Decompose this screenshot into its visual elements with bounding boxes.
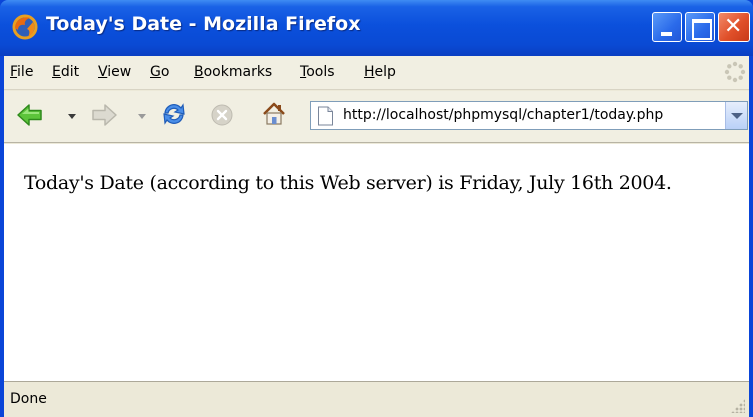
maximize-button[interactable]: [685, 12, 715, 42]
browser-client-area: File Edit View Go Bookmarks Tools Help h…: [4, 56, 749, 417]
address-bar[interactable]: http://localhost/phpmysql/chapter1/today…: [310, 101, 748, 130]
address-input[interactable]: http://localhost/phpmysql/chapter1/today…: [343, 107, 663, 123]
back-arrow-icon[interactable]: [16, 102, 44, 128]
page-content: Today's Date (according to this Web serv…: [4, 144, 749, 417]
close-button[interactable]: ✕: [718, 12, 750, 42]
menu-go-mnemonic: G: [150, 64, 161, 80]
status-text: Done: [10, 391, 47, 407]
menu-help-mnemonic: H: [364, 64, 375, 80]
stop-icon[interactable]: [210, 103, 234, 127]
menu-bookmarks-rest: ookmarks: [203, 64, 273, 80]
menu-bookmarks[interactable]: Bookmarks: [194, 64, 272, 80]
firefox-icon: [12, 14, 38, 40]
menu-view-rest: iew: [107, 64, 132, 80]
menu-file-mnemonic: F: [10, 64, 18, 80]
resize-grip[interactable]: [731, 399, 745, 413]
menu-view-mnemonic: V: [98, 64, 108, 80]
home-icon[interactable]: [260, 100, 288, 128]
window-title: Today's Date - Mozilla Firefox: [46, 13, 361, 35]
menu-help[interactable]: Help: [364, 64, 396, 80]
menu-go-rest: o: [160, 64, 170, 80]
throbber-icon: [724, 61, 746, 83]
menu-bar: File Edit View Go Bookmarks Tools Help: [4, 56, 749, 90]
menu-help-rest: elp: [374, 64, 396, 80]
menu-file[interactable]: File: [10, 64, 33, 80]
close-icon: ✕: [724, 14, 743, 39]
menu-view[interactable]: View: [98, 64, 131, 80]
menu-edit-mnemonic: E: [52, 64, 61, 80]
page-icon: [318, 106, 333, 126]
menu-edit-rest: dit: [60, 64, 80, 80]
menu-go[interactable]: Go: [150, 64, 169, 80]
menu-tools-rest: ools: [306, 64, 335, 80]
menu-file-rest: ile: [17, 64, 34, 80]
back-history-dropdown[interactable]: [68, 114, 76, 119]
minimize-button[interactable]: [652, 12, 682, 42]
date-message: Today's Date (according to this Web serv…: [24, 172, 672, 194]
menu-tools[interactable]: Tools: [300, 64, 335, 80]
reload-icon[interactable]: [160, 100, 188, 128]
navigation-toolbar: http://localhost/phpmysql/chapter1/today…: [4, 91, 749, 143]
title-bar[interactable]: Today's Date - Mozilla Firefox ✕: [0, 0, 753, 56]
address-dropdown-button[interactable]: [725, 102, 747, 129]
browser-window: Today's Date - Mozilla Firefox ✕ File Ed…: [0, 0, 753, 417]
menu-bookmarks-mnemonic: B: [194, 64, 204, 80]
menu-edit[interactable]: Edit: [52, 64, 79, 80]
status-bar: Done: [4, 381, 749, 417]
forward-history-dropdown[interactable]: [138, 114, 146, 119]
forward-arrow-icon[interactable]: [90, 102, 118, 128]
